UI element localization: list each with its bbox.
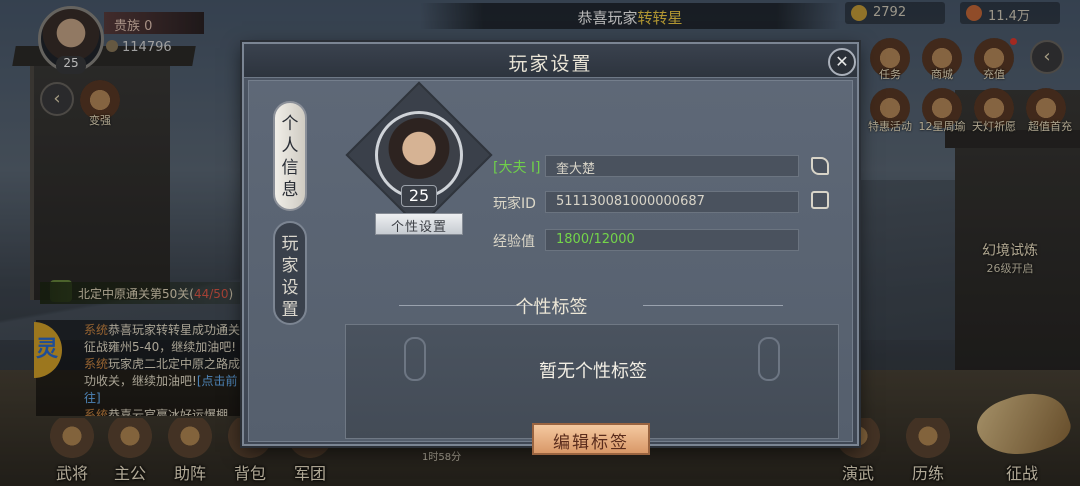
tab-char: 玩 — [281, 234, 299, 254]
dialog-header: 玩家设置 ✕ — [244, 44, 857, 78]
tab-char: 个 — [281, 114, 299, 134]
empty-tags-text: 暂无个性标签 — [539, 361, 647, 382]
personal-tags-box: 暂无个性标签 编辑标签 — [345, 324, 839, 455]
close-icon[interactable]: ✕ — [828, 48, 856, 76]
tab-char: 家 — [281, 256, 299, 276]
exp-field: 1800/12000 — [545, 229, 799, 251]
dialog-avatar-level: 25 — [401, 185, 437, 207]
player-id-field: 511130081000000687 — [545, 191, 799, 213]
tab-char: 息 — [281, 180, 299, 200]
exp-label: 经验值 — [493, 234, 535, 250]
player-name-field[interactable]: 奎大楚 — [545, 155, 799, 177]
quill-icon[interactable] — [811, 157, 829, 175]
tab-personal-info[interactable]: 个 人 信 息 — [273, 101, 307, 211]
section-title-tags: 个性标签 — [515, 297, 588, 318]
dialog-title: 玩家设置 — [508, 53, 593, 75]
tab-char: 信 — [281, 158, 299, 178]
edit-tags-button[interactable]: 编辑标签 — [532, 423, 650, 455]
tab-char: 人 — [281, 136, 299, 156]
copy-icon[interactable] — [811, 191, 829, 209]
player-settings-dialog: 玩家设置 ✕ 个 人 信 息 玩 家 设 置 25 个性设置 [大夫 I] 奎大… — [242, 42, 859, 455]
player-id-label: 玩家ID — [493, 196, 536, 212]
official-title-tag: [大夫 I] — [493, 160, 541, 176]
persona-settings-button[interactable]: 个性设置 — [375, 213, 463, 235]
dialog-body: 个 人 信 息 玩 家 设 置 25 个性设置 [大夫 I] 奎大楚 玩家ID … — [248, 80, 853, 455]
